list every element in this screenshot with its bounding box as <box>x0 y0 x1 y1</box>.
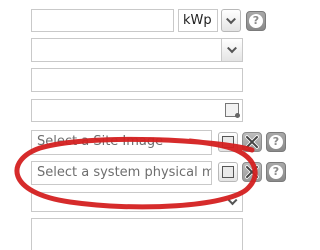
chevron-down-icon <box>227 195 238 206</box>
image-browse-icon[interactable] <box>225 103 240 118</box>
image-picker-input[interactable] <box>31 99 243 122</box>
text-input[interactable] <box>31 68 243 92</box>
help-icon[interactable]: ? <box>246 11 266 31</box>
chevron-down-icon <box>226 13 236 24</box>
close-icon <box>245 135 259 149</box>
capacity-input[interactable] <box>31 9 174 32</box>
site-image-help-icon[interactable]: ? <box>266 132 286 152</box>
system-map-help-icon[interactable]: ? <box>266 162 286 182</box>
system-map-placeholder: Select a system physical ma <box>37 165 211 180</box>
chevron-down-icon <box>227 43 237 54</box>
dropdown-field[interactable] <box>31 38 243 62</box>
system-map-browse-button[interactable] <box>218 162 238 182</box>
clear-system-map-button[interactable] <box>242 162 262 182</box>
site-image-browse-button[interactable] <box>218 132 238 152</box>
unit-dropdown-button[interactable] <box>221 9 241 32</box>
image-browse-icon <box>222 166 234 178</box>
unit-select[interactable]: kWp <box>178 9 218 32</box>
notes-textarea[interactable] <box>31 218 243 250</box>
dropdown-field-2[interactable] <box>31 192 243 212</box>
unit-select-value: kWp <box>183 13 212 28</box>
system-map-input[interactable]: Select a system physical ma <box>31 161 212 185</box>
dropdown-button[interactable] <box>221 39 242 61</box>
image-browse-icon <box>222 136 234 148</box>
site-image-input[interactable]: Select a Site Image <box>31 130 212 155</box>
clear-site-image-button[interactable] <box>242 132 262 152</box>
close-icon <box>245 165 259 179</box>
site-image-placeholder: Select a Site Image <box>37 134 164 149</box>
